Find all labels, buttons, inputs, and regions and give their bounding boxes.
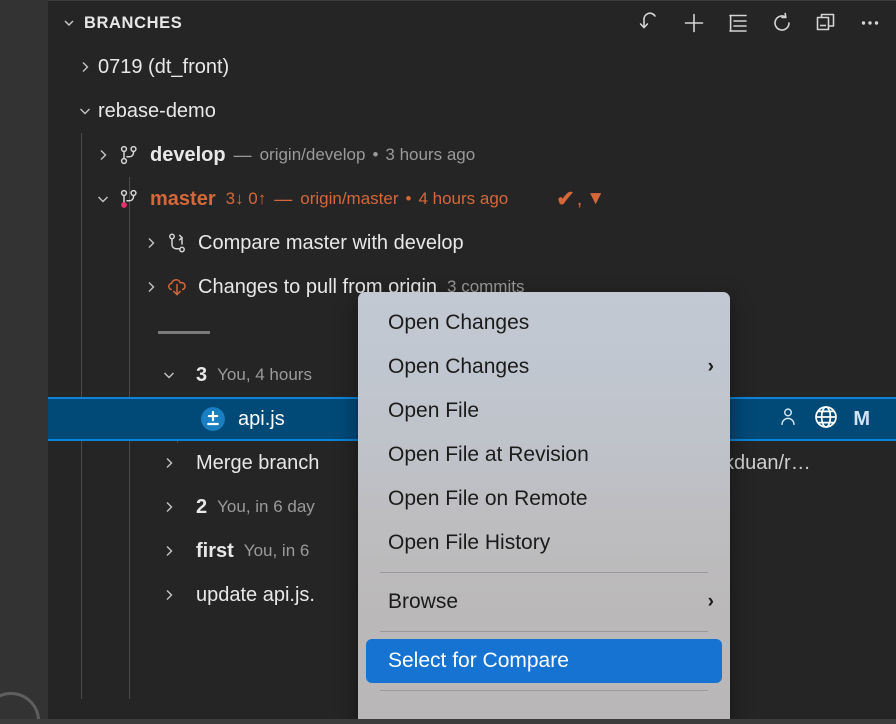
commit-message: Merge branch: [196, 451, 320, 474]
chevron-right-icon[interactable]: [138, 274, 164, 300]
header-actions: [638, 11, 882, 35]
chevron-down-icon[interactable]: [72, 98, 98, 124]
triangle-down-icon[interactable]: ▼: [586, 188, 605, 210]
refresh-icon[interactable]: [770, 11, 794, 35]
commit-author-time: You, 4 hours: [217, 365, 312, 384]
tree-divider: [158, 331, 210, 334]
menu-item-open-file-on-remote[interactable]: Open File on Remote: [358, 477, 730, 521]
comma-separator: ,: [576, 187, 583, 210]
checkmark-icon[interactable]: ✔: [556, 186, 574, 212]
commit-author-time: You, in 6: [243, 541, 310, 560]
branch-time: 3 hours ago: [385, 145, 476, 164]
branch-ahead-behind: 3↓ 0↑: [225, 189, 267, 208]
menu-separator: [380, 631, 708, 632]
commit-author-time: You, in 6 day: [217, 497, 315, 516]
chevron-right-icon: ›: [707, 356, 714, 377]
globe-icon[interactable]: [813, 404, 839, 435]
tree-row-repo-0719[interactable]: 0719 (dt_front): [48, 45, 896, 89]
menu-item-open-changes[interactable]: Open Changes: [358, 301, 730, 345]
chevron-down-icon[interactable]: [58, 12, 80, 34]
branches-section-header[interactable]: BRANCHES: [48, 1, 896, 45]
commit-message-tail: kduan/r…: [724, 451, 811, 474]
chevron-down-icon[interactable]: [90, 186, 116, 212]
menu-item-label: Browse: [388, 590, 459, 613]
list-view-icon[interactable]: [726, 11, 750, 35]
plus-icon[interactable]: [682, 11, 706, 35]
menu-item-label: Open Changes: [388, 355, 530, 378]
person-icon[interactable]: [777, 406, 799, 433]
menu-item-label: Open File at Revision: [388, 443, 589, 466]
menu-separator: [380, 690, 708, 691]
menu-item-label: Open Changes: [388, 311, 530, 334]
context-menu[interactable]: Open Changes Open Changes › Open File Op…: [358, 292, 730, 724]
chevron-right-icon[interactable]: [156, 582, 182, 608]
cloud-download-icon: [164, 274, 190, 300]
branch-dot-separator: •: [405, 189, 412, 208]
chevron-right-icon[interactable]: [156, 494, 182, 520]
bottom-status-strip: [0, 719, 896, 724]
chevron-right-icon[interactable]: [156, 450, 182, 476]
menu-item-browse[interactable]: Browse ›: [358, 580, 730, 624]
menu-item-label: Open File History: [388, 531, 551, 554]
file-modified-icon: [200, 406, 226, 432]
tree-row-compare-master-develop[interactable]: Compare master with develop: [48, 221, 896, 265]
chevron-right-icon[interactable]: [72, 54, 98, 80]
ellipsis-icon[interactable]: [858, 11, 882, 35]
tree-row-label: rebase-demo: [98, 99, 216, 122]
menu-item-open-changes-submenu[interactable]: Open Changes ›: [358, 345, 730, 389]
branch-icon: [116, 142, 142, 168]
file-name: api.js: [238, 407, 285, 430]
commit-count: 2: [196, 495, 208, 518]
tree-row-label: 0719 (dt_front): [98, 55, 230, 78]
chevron-right-icon[interactable]: [138, 230, 164, 256]
commit-count: 3: [196, 363, 208, 386]
page-title: BRANCHES: [84, 13, 183, 32]
branch-dash: —: [233, 144, 252, 165]
tree-row-branch-develop[interactable]: develop — origin/develop • 3 hours ago: [48, 133, 896, 177]
file-row-actions: M: [777, 404, 896, 435]
switch-branch-icon[interactable]: [638, 11, 662, 35]
menu-item-open-file-history[interactable]: Open File History: [358, 521, 730, 565]
branch-time: 4 hours ago: [418, 189, 509, 208]
menu-separator: [380, 572, 708, 573]
tree-row-label: Compare master with develop: [198, 231, 464, 254]
activity-bar[interactable]: [0, 0, 48, 724]
chevron-down-icon[interactable]: [156, 362, 182, 388]
menu-item-open-file[interactable]: Open File: [358, 389, 730, 433]
compare-icon: [164, 230, 190, 256]
branch-name: master: [150, 187, 216, 210]
tree-row-branch-master[interactable]: master 3↓ 0↑ — origin/master • 4 hours a…: [48, 177, 896, 221]
chevron-right-icon[interactable]: [156, 538, 182, 564]
status-badge: M: [853, 407, 870, 430]
copy-window-icon[interactable]: [814, 11, 838, 35]
branch-upstream: origin/master: [300, 189, 399, 208]
branch-upstream: origin/develop: [259, 145, 366, 164]
tree-row-repo-rebase-demo[interactable]: rebase-demo: [48, 89, 896, 133]
branch-dash: —: [274, 188, 293, 209]
menu-item-select-for-compare[interactable]: Select for Compare: [366, 639, 722, 683]
branch-current-icon: [116, 186, 142, 212]
commit-message: first: [196, 539, 234, 562]
menu-item-label: Open File: [388, 399, 480, 422]
menu-item-label: Select for Compare: [388, 649, 569, 672]
commit-message: update api.js.: [196, 583, 315, 606]
menu-item-label: Open File on Remote: [388, 487, 588, 510]
branch-dot-separator: •: [372, 145, 379, 164]
branch-name: develop: [150, 143, 226, 166]
chevron-right-icon[interactable]: [90, 142, 116, 168]
menu-item-open-file-at-revision[interactable]: Open File at Revision: [358, 433, 730, 477]
chevron-right-icon: ›: [707, 591, 714, 612]
